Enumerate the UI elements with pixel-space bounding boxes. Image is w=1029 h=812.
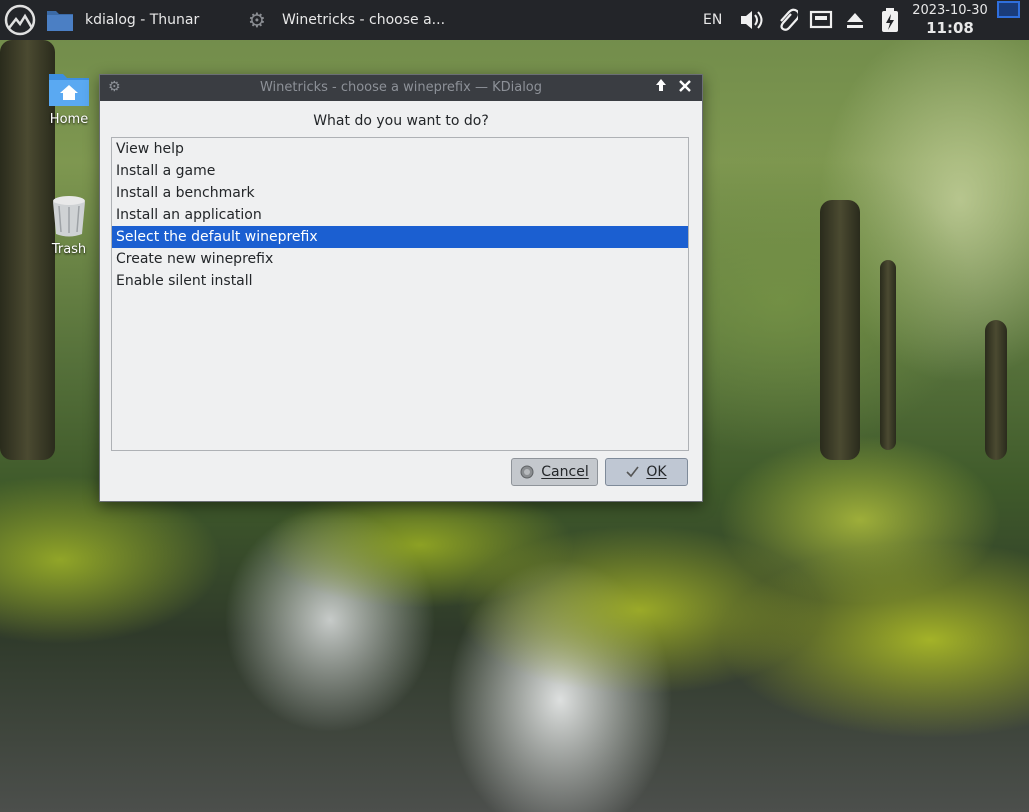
- ok-button[interactable]: OK: [605, 458, 688, 486]
- kdialog-window: ⚙ Winetricks - choose a wineprefix — KDi…: [99, 74, 703, 502]
- home-folder-icon: [49, 74, 89, 106]
- volume-control[interactable]: [739, 0, 765, 40]
- keep-above-button[interactable]: [651, 78, 671, 98]
- task-winetricks[interactable]: ⚙ Winetricks - choose a...: [248, 0, 445, 40]
- ok-label: OK: [646, 464, 667, 480]
- speaker-icon: [741, 11, 763, 29]
- dialog-prompt: What do you want to do?: [313, 113, 489, 129]
- arrow-up-icon: [656, 79, 666, 91]
- gear-icon: ⚙: [248, 8, 266, 32]
- desktop-icon-label: Trash: [51, 242, 87, 257]
- list-item[interactable]: View help: [112, 138, 688, 160]
- paperclip-icon: [780, 8, 798, 31]
- window-titlebar[interactable]: ⚙ Winetricks - choose a wineprefix — KDi…: [100, 75, 702, 101]
- network-control[interactable]: [809, 0, 833, 40]
- trash-icon: [53, 196, 85, 237]
- wallpaper-tree: [985, 320, 1007, 460]
- clock-time: 11:08: [926, 19, 974, 37]
- options-list[interactable]: View help Install a game Install a bench…: [111, 137, 689, 451]
- list-item[interactable]: Install an application: [112, 204, 688, 226]
- wallpaper-tree: [820, 200, 860, 460]
- list-item[interactable]: Install a game: [112, 160, 688, 182]
- cancel-icon: [520, 465, 534, 479]
- power-control[interactable]: [880, 0, 900, 40]
- battery-charging-icon: [882, 8, 898, 32]
- app-menu-icon: [4, 4, 36, 36]
- eject-icon: [847, 13, 863, 28]
- task-label: Winetricks - choose a...: [281, 12, 446, 28]
- task-label: kdialog - Thunar: [85, 12, 200, 28]
- desktop-icon-home[interactable]: Home: [29, 68, 109, 127]
- app-menu-button[interactable]: [4, 0, 36, 40]
- cancel-button[interactable]: Cancel: [511, 458, 598, 486]
- window-title: Winetricks - choose a wineprefix — KDial…: [259, 80, 543, 95]
- list-item[interactable]: Select the default wineprefix: [112, 226, 688, 248]
- desktop-icon-label: Home: [49, 112, 89, 127]
- list-item[interactable]: Enable silent install: [112, 270, 688, 292]
- cancel-label: Cancel: [541, 464, 589, 480]
- workspace-switcher[interactable]: [997, 1, 1020, 18]
- task-thunar[interactable]: kdialog - Thunar: [46, 0, 199, 40]
- folder-icon: [47, 11, 73, 31]
- wallpaper-tree: [880, 260, 896, 450]
- list-item[interactable]: Install a benchmark: [112, 182, 688, 204]
- desktop-icon-trash[interactable]: Trash: [29, 192, 109, 257]
- language-label: EN: [703, 12, 723, 28]
- network-icon: [809, 10, 833, 29]
- taskbar: kdialog - Thunar ⚙ Winetricks - choose a…: [0, 0, 1029, 40]
- close-button[interactable]: [675, 78, 695, 98]
- keyboard-layout[interactable]: EN: [703, 0, 722, 40]
- eject-control[interactable]: [844, 0, 866, 40]
- list-item[interactable]: Create new wineprefix: [112, 248, 688, 270]
- clock-date: 2023-10-30: [912, 3, 988, 18]
- clipboard-control[interactable]: [776, 0, 798, 40]
- close-icon: [679, 80, 691, 92]
- clock[interactable]: 2023-10-30 11:08: [908, 2, 992, 38]
- checkmark-icon: [626, 466, 640, 478]
